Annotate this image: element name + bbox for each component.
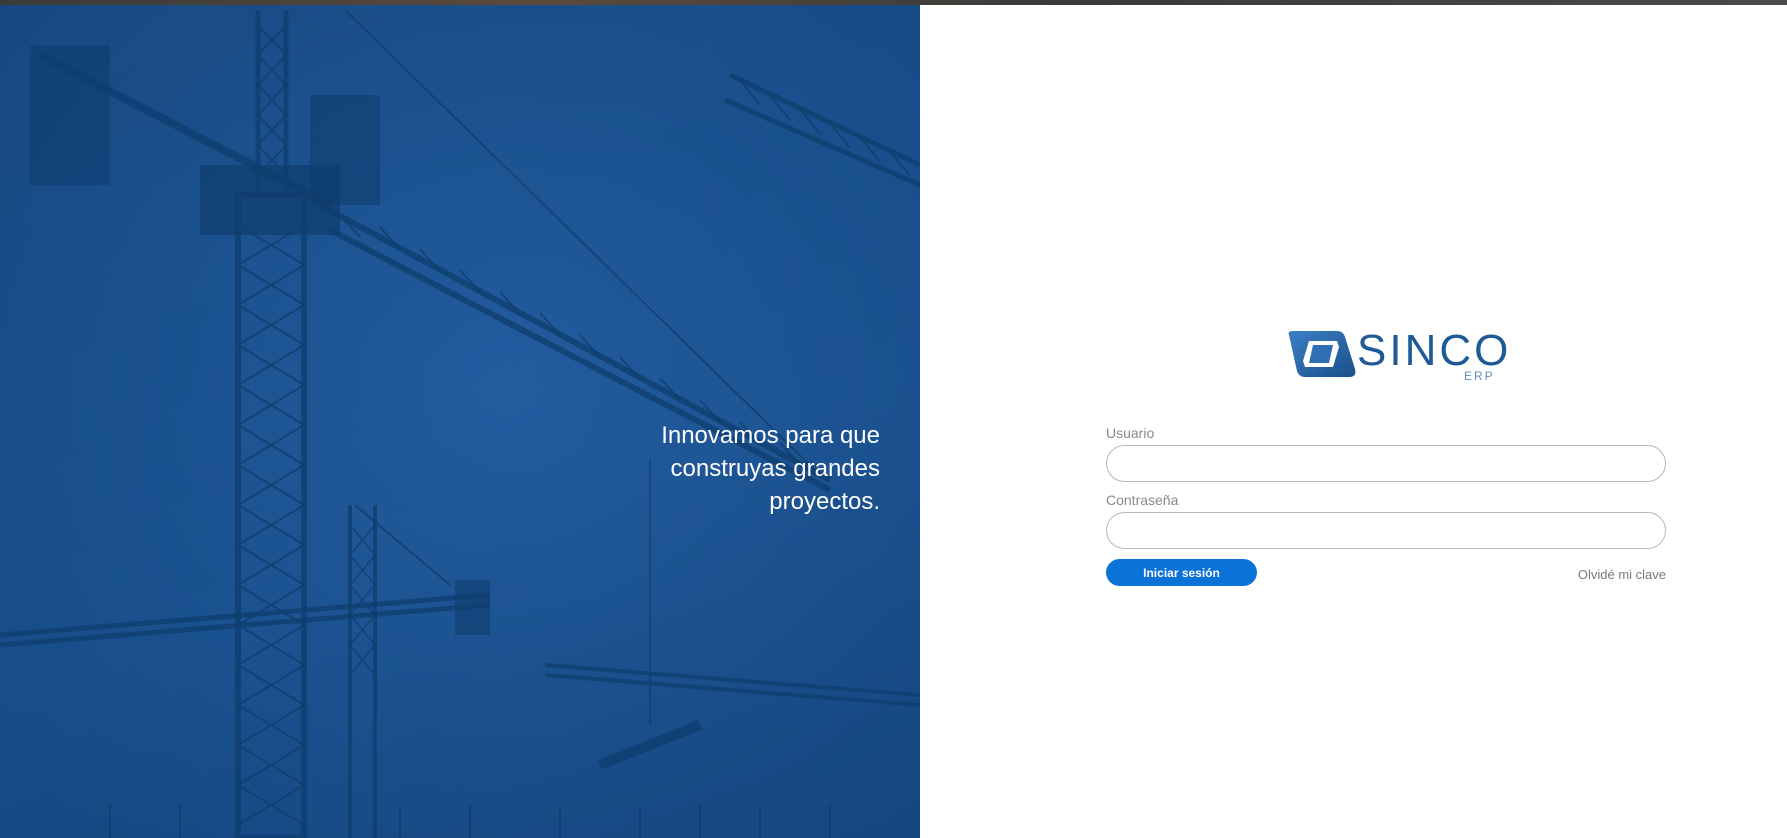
hero-panel: Innovamos para que construyas grandes pr… [0,5,920,838]
form-actions: Iniciar sesión Olvidé mi clave [1106,559,1666,589]
user-label: Usuario [1106,425,1155,441]
forgot-password-link[interactable]: Olvidé mi clave [1578,567,1666,582]
tagline-line-3: proyectos. [769,488,880,515]
logo-wordmark: SINCO [1357,326,1512,375]
password-label: Contraseña [1106,492,1179,508]
sinco-logo-mark-icon [1288,331,1356,377]
sinco-logo: SINCO ERP [1285,327,1508,387]
hero-tagline: Innovamos para que construyas grandes pr… [560,419,880,518]
login-page: Innovamos para que construyas grandes pr… [0,0,1787,838]
user-field-group: Usuario [1106,425,1666,482]
user-input[interactable] [1106,445,1666,482]
tagline-line-1: Innovamos para que [661,422,880,449]
password-field-group: Contraseña [1106,492,1666,549]
password-input[interactable] [1106,512,1666,549]
login-form: Usuario Contraseña Iniciar sesión Olvidé… [1106,425,1666,589]
logo-subtitle: ERP [1464,369,1495,383]
login-panel: SINCO ERP Usuario Contraseña Iniciar ses… [920,5,1787,838]
login-button[interactable]: Iniciar sesión [1106,559,1257,586]
tagline-line-2: construyas grandes [670,455,880,482]
